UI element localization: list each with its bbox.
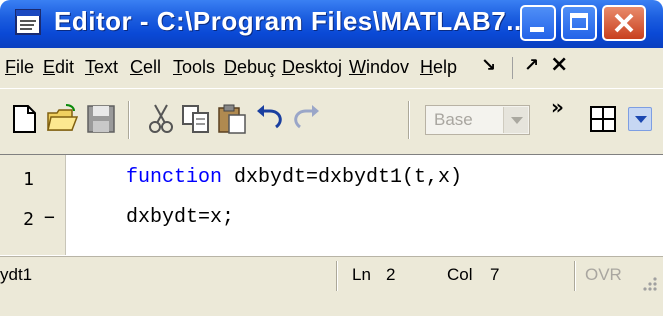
copy-icon[interactable] [180, 103, 212, 135]
status-ovr-indicator: OVR [585, 265, 622, 284]
code-line[interactable]: function dxbydt=dxbydt1(t,x) [126, 166, 462, 189]
cut-icon[interactable] [145, 103, 177, 135]
status-divider [574, 261, 576, 291]
toolbar-divider [128, 101, 130, 139]
menu-close-icon[interactable]: × [550, 52, 568, 77]
minimize-button[interactable] [520, 5, 556, 41]
status-bar: ydt1 Ln 2 Col 7 OVR [0, 256, 663, 316]
line-number: 1 [23, 169, 34, 190]
workspace-stack-select[interactable]: Base [425, 105, 530, 135]
undock-arrow-icon[interactable]: ↗ [524, 55, 539, 76]
stack-select-value: Base [434, 110, 473, 129]
resize-grip-icon[interactable] [639, 273, 659, 293]
status-line-label: Ln [352, 265, 371, 284]
redo-icon[interactable] [290, 103, 322, 135]
save-icon[interactable] [85, 103, 117, 135]
menu-text[interactable]: Text [85, 57, 118, 78]
status-col-value: 7 [490, 265, 500, 284]
dock-arrow-icon[interactable]: ↘ [481, 55, 496, 76]
code-line[interactable]: dxbydt=x; [126, 206, 234, 229]
minimize-icon [530, 27, 544, 32]
open-folder-icon[interactable] [46, 103, 78, 135]
menu-window[interactable]: Windov [349, 57, 409, 78]
title-bar[interactable]: Editor - C:\Program Files\MATLAB7... [0, 0, 663, 48]
chevron-down-icon[interactable] [503, 107, 528, 133]
line-number: 2 [23, 209, 34, 230]
toolbar: Base » [0, 88, 663, 154]
breakpoint-marker[interactable]: − [44, 207, 55, 228]
menu-desktop[interactable]: Desktoj [282, 57, 342, 78]
menu-divider [512, 57, 513, 79]
code-text: dxbydt=dxbydt1(t,x) [222, 166, 463, 189]
code-keyword: function [126, 166, 223, 189]
code-editor[interactable]: 1 function dxbydt=dxbydt1(t,x) 2 − dxbyd… [0, 154, 663, 256]
maximize-button[interactable] [561, 5, 597, 41]
undo-icon[interactable] [254, 103, 286, 135]
status-line-value: 2 [386, 265, 396, 284]
menu-debug[interactable]: Debuç [224, 57, 276, 78]
menu-file[interactable]: File [5, 57, 34, 78]
code-text: dxbydt=x; [126, 206, 235, 229]
editor-document-icon [15, 9, 41, 35]
tile-grid-icon[interactable] [588, 103, 618, 135]
status-divider [336, 261, 338, 291]
window-title: Editor - C:\Program Files\MATLAB7... [54, 6, 530, 36]
menu-bar: File Edit Text Cell Tools Debuç Desktoj … [0, 48, 663, 88]
close-button[interactable] [602, 5, 646, 41]
menu-edit[interactable]: Edit [43, 57, 74, 78]
toolbar-overflow-icon[interactable]: » [551, 95, 564, 119]
menu-help[interactable]: Help [420, 57, 457, 78]
maximize-icon [570, 13, 588, 30]
status-col-label: Col [447, 265, 473, 284]
toolbar-divider [408, 101, 410, 139]
new-file-icon[interactable] [8, 103, 40, 135]
status-file-name: ydt1 [0, 265, 33, 284]
close-icon [614, 13, 634, 33]
menu-cell[interactable]: Cell [130, 57, 161, 78]
tile-layout-dropdown-button[interactable] [628, 107, 652, 131]
menu-tools[interactable]: Tools [173, 57, 215, 78]
paste-icon[interactable] [216, 103, 248, 135]
